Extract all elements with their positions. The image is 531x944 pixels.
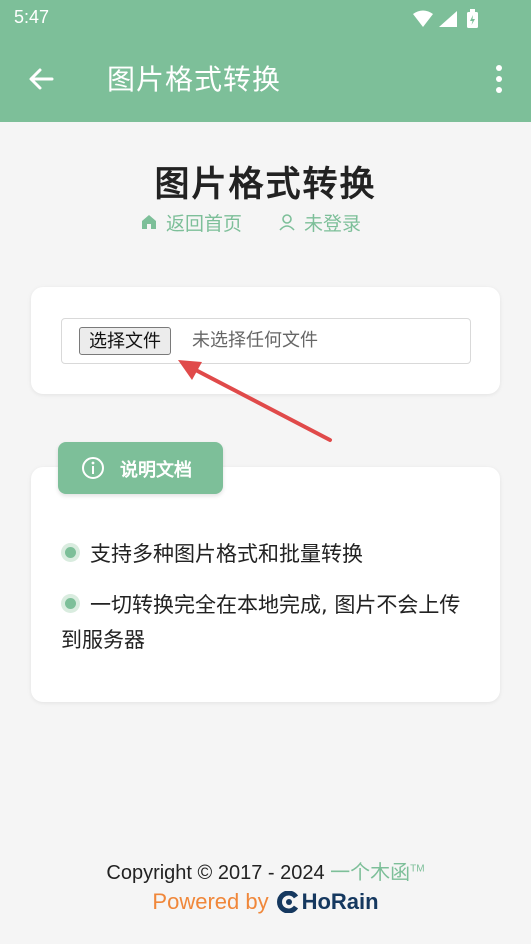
more-vert-icon[interactable] [493, 64, 505, 94]
bullet-dot-icon [65, 547, 76, 558]
copyright-text: Copyright © 2017 - 2024 [106, 862, 325, 884]
login-link[interactable]: 未登录 [278, 208, 361, 236]
page-title: 图片格式转换 [154, 165, 377, 205]
powered-by-text: Powered by [152, 889, 269, 914]
info-icon [82, 457, 104, 479]
doc-badge-label: 说明文档 [120, 460, 192, 481]
copyright: Copyright © 2017 - 2024 一个木函TM [0, 856, 531, 885]
footer: Copyright © 2017 - 2024 一个木函TM Powered b… [0, 856, 531, 915]
main-content: 图片格式转换 返回首页 未登录 选择文件 未选择任何文件 支持多种图片格式和批量… [0, 122, 531, 944]
bullet-dot-icon [65, 598, 76, 609]
doc-card: 支持多种图片格式和批量转换 一切转换完全在本地完成, 图片不会上传到服务器 [31, 467, 500, 702]
doc-item-text: 支持多种图片格式和批量转换 [90, 542, 363, 566]
user-icon [279, 214, 295, 231]
status-bar: 5:47 [0, 0, 531, 36]
login-link-label: 未登录 [304, 212, 362, 235]
trademark: TM [410, 863, 425, 875]
status-time: 5:47 [14, 7, 50, 27]
app-title: 图片格式转换 [107, 63, 282, 96]
doc-list: 支持多种图片格式和批量转换 一切转换完全在本地完成, 图片不会上传到服务器 [61, 537, 471, 674]
doc-item: 支持多种图片格式和批量转换 [61, 537, 471, 572]
back-arrow-icon[interactable] [26, 64, 56, 94]
doc-item: 一切转换完全在本地完成, 图片不会上传到服务器 [61, 588, 471, 658]
doc-item-text: 一切转换完全在本地完成, 图片不会上传到服务器 [61, 593, 461, 652]
choose-file-button[interactable]: 选择文件 [79, 327, 171, 355]
powered-by: Powered by HoRain [0, 889, 531, 915]
company-link[interactable]: HoRain [302, 889, 379, 915]
nav-row: 返回首页 未登录 [0, 208, 531, 236]
battery-icon [467, 9, 478, 28]
brand-link[interactable]: 一个木函 [330, 862, 410, 884]
pointer-arrow-icon [178, 360, 332, 442]
app-bar: 图片格式转换 [0, 36, 531, 122]
home-icon [142, 215, 156, 229]
home-link[interactable]: 返回首页 [140, 208, 242, 236]
home-link-label: 返回首页 [166, 212, 243, 235]
status-icons [413, 9, 478, 28]
horain-logo-icon [276, 891, 298, 913]
wifi-icon [413, 10, 433, 27]
signal-icon [439, 11, 457, 27]
